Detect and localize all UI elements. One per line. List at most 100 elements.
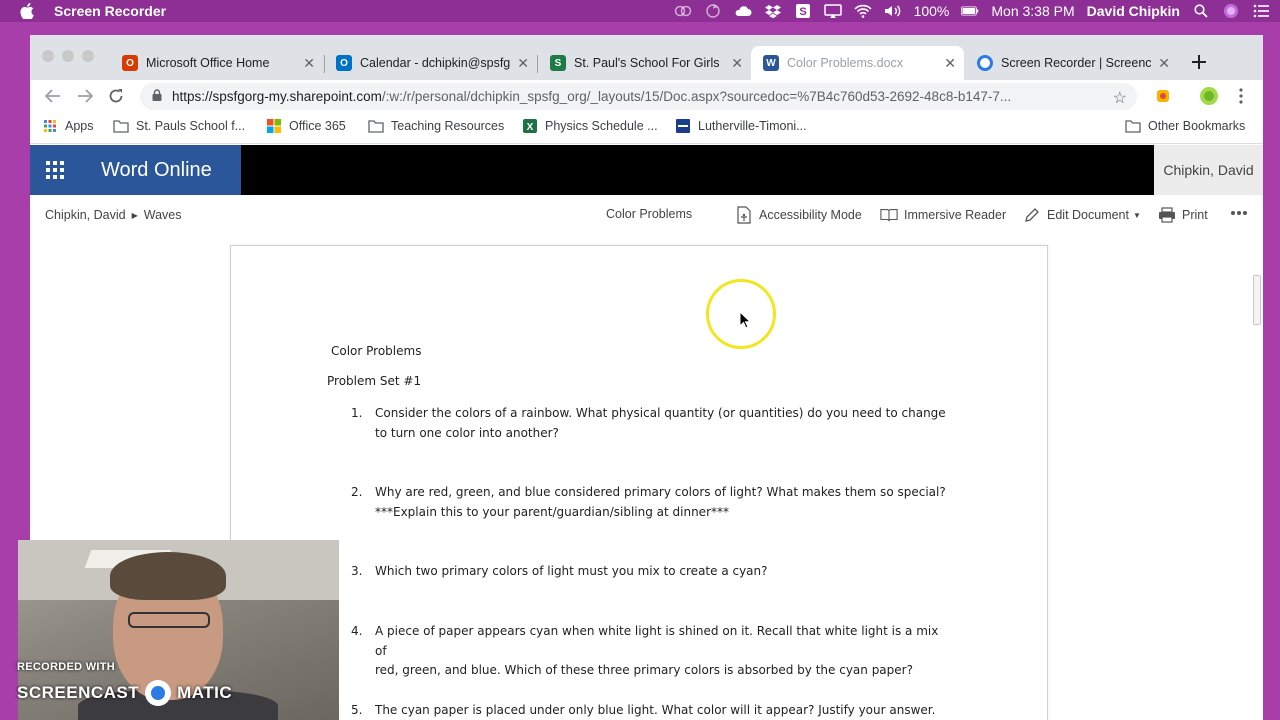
question-text: Why are red, green, and blue considered … xyxy=(375,485,946,499)
document-name[interactable]: Color Problems xyxy=(606,207,692,221)
battery-icon[interactable] xyxy=(961,4,979,18)
bookmark-label: Apps xyxy=(65,119,94,133)
tab-office-home[interactable]: O Microsoft Office Home ✕ xyxy=(110,46,323,80)
print-label: Print xyxy=(1182,208,1208,222)
mouse-pointer-icon xyxy=(739,311,751,329)
bookmark-other-bookmarks[interactable]: Other Bookmarks xyxy=(1125,119,1245,133)
question-item: 1. Consider the colors of a rainbow. Wha… xyxy=(351,404,951,443)
close-tab-icon[interactable]: ✕ xyxy=(731,55,743,72)
cloud-icon[interactable] xyxy=(734,4,752,18)
app-s-icon[interactable]: S xyxy=(794,4,812,18)
close-window-button[interactable] xyxy=(42,50,54,62)
bookmark-lutherville[interactable]: Lutherville-Timoni... xyxy=(675,119,807,133)
question-item: 3. Which two primary colors of light mus… xyxy=(351,562,951,582)
macos-menu-bar: Screen Recorder S 100% Mon 3:38 PM David… xyxy=(0,0,1280,22)
bookmarks-bar: Apps St. Pauls School f... Office 365 Te… xyxy=(30,112,1263,144)
sheets-icon: X xyxy=(522,119,538,133)
menubar-clock[interactable]: Mon 3:38 PM xyxy=(991,3,1074,19)
tab-screen-recorder[interactable]: Screen Recorder | Screenc ✕ xyxy=(965,46,1178,80)
address-bar[interactable]: https://spsfgorg-my.sharepoint.com/:w:/r… xyxy=(140,83,1137,110)
breadcrumb-caret-icon: ▶ xyxy=(131,210,138,220)
question-text: to turn one color into another? xyxy=(375,425,559,440)
account-name-button[interactable]: Chipkin, David xyxy=(1154,145,1263,195)
sync-icon[interactable] xyxy=(704,4,722,18)
back-arrow-icon[interactable] xyxy=(42,85,64,107)
new-tab-button[interactable] xyxy=(1188,51,1210,73)
url-path: /:w:/r/personal/dchipkin_spsfg_org/_layo… xyxy=(381,89,1012,104)
bookmark-office-365[interactable]: Office 365 xyxy=(266,119,346,133)
bookmark-label: Teaching Resources xyxy=(391,119,505,133)
immersive-reader-button[interactable]: Immersive Reader xyxy=(880,207,1006,223)
chevron-down-icon: ▼ xyxy=(1132,210,1141,220)
apps-icon xyxy=(42,119,58,133)
siri-icon[interactable] xyxy=(1222,4,1240,18)
edit-document-button[interactable]: Edit Document ▼ xyxy=(1023,207,1141,223)
screencast-logo-icon xyxy=(145,680,172,706)
reload-icon[interactable] xyxy=(105,85,127,107)
accessibility-mode-button[interactable]: Accessibility Mode xyxy=(735,206,862,224)
close-tab-icon[interactable]: ✕ xyxy=(303,55,315,72)
apple-menu-icon[interactable] xyxy=(20,3,36,19)
bookmark-label: St. Pauls School f... xyxy=(136,119,246,133)
vertical-scrollbar[interactable] xyxy=(1249,235,1263,720)
browser-toolbar: https://spsfgorg-my.sharepoint.com/:w:/r… xyxy=(30,80,1263,112)
svg-text:S: S xyxy=(799,6,806,18)
notification-center-icon[interactable] xyxy=(1252,4,1270,18)
word-online-brand[interactable]: Word Online xyxy=(80,145,241,195)
tab-label: Microsoft Office Home xyxy=(146,56,270,70)
airplay-icon[interactable] xyxy=(823,4,842,18)
app-launcher-button[interactable] xyxy=(30,145,80,195)
tab-calendar[interactable]: O Calendar - dchipkin@spsfg ✕ xyxy=(324,46,537,80)
command-bar: Chipkin, David ▶ Waves Color Problems Ac… xyxy=(30,195,1263,235)
zoom-window-button[interactable] xyxy=(82,50,94,62)
forward-arrow-icon[interactable] xyxy=(74,85,96,107)
bookmark-label: Lutherville-Timoni... xyxy=(698,119,807,133)
scrollbar-thumb[interactable] xyxy=(1253,275,1261,325)
wifi-icon[interactable] xyxy=(853,4,872,18)
bookmark-physics-schedule[interactable]: X Physics Schedule ... xyxy=(522,119,658,133)
profile-avatar-icon[interactable] xyxy=(1198,85,1220,107)
bookmark-star-icon[interactable]: ☆ xyxy=(1113,88,1127,108)
word-online-header: Word Online Chipkin, David xyxy=(30,145,1263,195)
question-number: 2. xyxy=(351,485,363,499)
spotlight-search-icon[interactable] xyxy=(1192,4,1210,18)
more-options-button[interactable] xyxy=(1230,205,1248,219)
question-text: red, green, and blue. Which of these thr… xyxy=(375,663,913,677)
breadcrumb-folder[interactable]: Waves xyxy=(144,208,182,222)
screencast-icon xyxy=(977,55,993,71)
tab-label: Color Problems.docx xyxy=(787,56,904,70)
tab-st-pauls[interactable]: S St. Paul's School For Girls ✕ xyxy=(538,46,751,80)
url-text[interactable]: https://spsfgorg-my.sharepoint.com/:w:/r… xyxy=(172,89,1112,104)
document-title: Color Problems xyxy=(331,344,422,358)
question-item: 4. A piece of paper appears cyan when wh… xyxy=(351,622,951,681)
menubar-user[interactable]: David Chipkin xyxy=(1087,3,1180,19)
close-tab-icon[interactable]: ✕ xyxy=(944,55,956,72)
question-text: Which two primary colors of light must y… xyxy=(375,564,768,578)
dropbox-icon[interactable] xyxy=(764,4,782,18)
lock-icon[interactable] xyxy=(152,89,162,104)
document-page[interactable]: Color Problems Problem Set #1 1. Conside… xyxy=(230,245,1048,720)
breadcrumb-owner[interactable]: Chipkin, David xyxy=(45,208,126,222)
minimize-window-button[interactable] xyxy=(62,50,74,62)
battery-percent[interactable]: 100% xyxy=(914,3,950,19)
close-tab-icon[interactable]: ✕ xyxy=(517,55,529,72)
question-number: 1. xyxy=(351,406,363,420)
question-number: 4. xyxy=(351,624,363,638)
bookmark-teaching-resources[interactable]: Teaching Resources xyxy=(368,119,504,133)
active-app-name[interactable]: Screen Recorder xyxy=(54,3,166,19)
recorded-with-label: RECORDED WITH xyxy=(17,661,116,673)
bookmark-apps[interactable]: Apps xyxy=(42,119,94,133)
bookmark-label: Other Bookmarks xyxy=(1148,119,1246,133)
bookmark-st-pauls[interactable]: St. Pauls School f... xyxy=(113,119,245,133)
tab-color-problems[interactable]: W Color Problems.docx ✕ xyxy=(751,46,964,80)
printer-icon xyxy=(1158,207,1176,223)
book-icon xyxy=(880,207,898,223)
chrome-menu-icon[interactable] xyxy=(1230,85,1252,107)
volume-icon[interactable] xyxy=(884,4,902,18)
creative-cloud-icon[interactable] xyxy=(674,4,692,18)
question-text: The cyan paper is placed under only blue… xyxy=(375,703,936,717)
close-tab-icon[interactable]: ✕ xyxy=(1158,55,1170,72)
extension-icon[interactable] xyxy=(1152,85,1174,107)
print-button[interactable]: Print xyxy=(1158,207,1208,223)
watermark-left: SCREENCAST xyxy=(17,683,140,702)
